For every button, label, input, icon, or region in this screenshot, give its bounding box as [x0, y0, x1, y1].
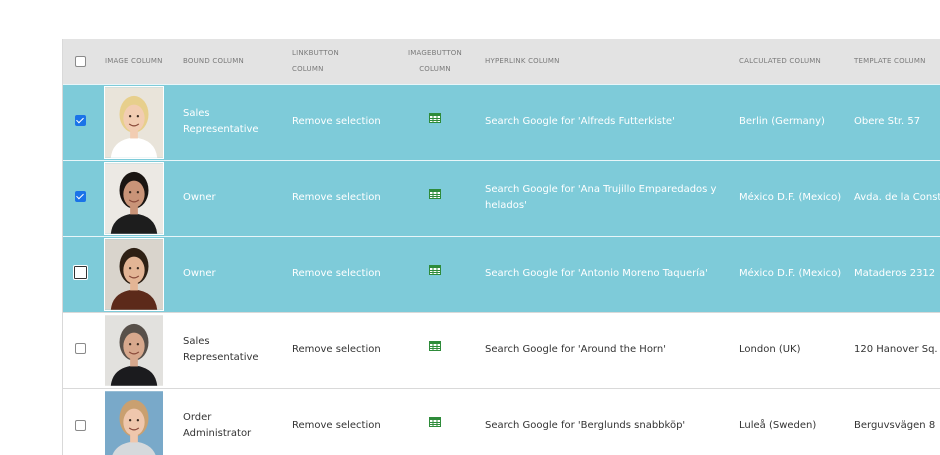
table-row[interactable]: Sales Representative Remove selection Sear… — [63, 312, 940, 388]
table-row[interactable]: Sales Representative Remove selection Sear… — [63, 84, 940, 160]
remove-selection-link[interactable]: Remove selection — [284, 388, 393, 455]
header-calculated-column[interactable]: CALCULATED COLUMN — [731, 39, 846, 84]
employee-photo — [104, 85, 175, 159]
row-select-checkbox[interactable] — [74, 115, 86, 127]
select-all-checkbox[interactable] — [74, 55, 86, 67]
grid-table-icon[interactable] — [429, 265, 441, 282]
header-imagebutton-line1: IMAGEBUTTON — [408, 49, 462, 58]
header-linkbutton-line1: LINKBUTTON — [292, 49, 339, 58]
template-cell: 120 Hanover Sq. — [854, 343, 938, 355]
image-cell — [97, 84, 175, 160]
imagebutton-cell — [393, 84, 477, 160]
bound-cell: Order Administrator — [183, 411, 252, 440]
hyperlink-cell[interactable]: Search Google for 'Ana Trujillo Empareda… — [477, 160, 731, 236]
bound-cell: Owner — [183, 191, 216, 203]
hyperlink-cell[interactable]: Search Google for 'Alfreds Futterkiste' — [477, 84, 731, 160]
row-select-cell — [63, 236, 97, 312]
remove-selection-link[interactable]: Remove selection — [284, 236, 393, 312]
image-cell — [97, 388, 175, 455]
table-row[interactable]: Owner Remove selection Search Google for '… — [63, 160, 940, 236]
grid-header: IMAGE COLUMN BOUND COLUMN LINKBUTTON COL… — [63, 39, 940, 84]
grid-table-icon[interactable] — [429, 417, 441, 434]
remove-selection-link[interactable]: Remove selection — [284, 84, 393, 160]
grid-body: Sales Representative Remove selection Sear… — [63, 84, 940, 455]
template-cell: Berguvsvägen 8 — [854, 420, 936, 431]
table-row[interactable]: Owner Remove selection Search Google for '… — [63, 236, 940, 312]
template-cell: Obere Str. 57 — [854, 115, 921, 127]
header-row: IMAGE COLUMN BOUND COLUMN LINKBUTTON COL… — [63, 39, 940, 84]
row-select-cell — [63, 160, 97, 236]
calculated-cell: Berlin (Germany) — [739, 115, 825, 127]
calculated-cell: London (UK) — [739, 343, 801, 355]
grid-table-icon[interactable] — [429, 341, 441, 358]
row-select-checkbox[interactable] — [74, 343, 86, 355]
imagebutton-cell — [393, 388, 477, 455]
employee-photo — [104, 237, 175, 311]
calculated-cell: Luleå (Sweden) — [739, 420, 817, 431]
calculated-cell: México D.F. (Mexico) — [739, 267, 842, 279]
header-imagebutton-column[interactable]: IMAGEBUTTON COLUMN — [393, 39, 477, 84]
image-cell — [97, 236, 175, 312]
template-cell: Avda. de la Constitución 2222 — [854, 191, 940, 203]
grid-table: IMAGE COLUMN BOUND COLUMN LINKBUTTON COL… — [63, 39, 940, 455]
table-row[interactable]: Order Administrator Remove selection Searc… — [63, 388, 940, 455]
row-select-cell — [63, 84, 97, 160]
template-cell: Mataderos 2312 — [854, 267, 936, 279]
employee-photo — [104, 313, 175, 387]
imagebutton-cell — [393, 236, 477, 312]
remove-selection-link[interactable]: Remove selection — [284, 312, 393, 388]
header-bound-column[interactable]: BOUND COLUMN — [175, 39, 284, 84]
grid-table-icon[interactable] — [429, 113, 441, 130]
imagebutton-cell — [393, 160, 477, 236]
row-select-cell — [63, 388, 97, 455]
header-imagebutton-line2: COLUMN — [419, 65, 451, 74]
bound-cell: Sales Representative — [183, 335, 259, 364]
header-hyperlink-column[interactable]: HYPERLINK COLUMN — [477, 39, 731, 84]
bound-cell: Sales Representative — [183, 107, 259, 136]
remove-selection-link[interactable]: Remove selection — [284, 160, 393, 236]
header-select-all-cell — [63, 39, 97, 84]
image-cell — [97, 312, 175, 388]
header-linkbutton-line2: COLUMN — [292, 65, 324, 74]
employee-photo — [104, 389, 175, 455]
hyperlink-cell[interactable]: Search Google for 'Berglunds snabbköp' — [477, 388, 731, 455]
employee-photo — [104, 161, 175, 235]
row-select-cell — [63, 312, 97, 388]
grid-table-icon[interactable] — [429, 189, 441, 206]
header-image-column[interactable]: IMAGE COLUMN — [97, 39, 175, 84]
hyperlink-cell[interactable]: Search Google for 'Antonio Moreno Taquer… — [477, 236, 731, 312]
row-select-checkbox[interactable] — [72, 265, 88, 281]
image-cell — [97, 160, 175, 236]
imagebutton-cell — [393, 312, 477, 388]
hyperlink-cell[interactable]: Search Google for 'Around the Horn' — [477, 312, 731, 388]
header-template-column[interactable]: TEMPLATE COLUMN — [846, 39, 940, 84]
bound-cell: Owner — [183, 267, 216, 279]
data-grid: IMAGE COLUMN BOUND COLUMN LINKBUTTON COL… — [62, 39, 940, 455]
header-linkbutton-column[interactable]: LINKBUTTON COLUMN — [284, 39, 393, 84]
row-select-checkbox[interactable] — [74, 191, 86, 203]
calculated-cell: México D.F. (Mexico) — [739, 191, 842, 203]
row-select-checkbox[interactable] — [74, 419, 86, 431]
